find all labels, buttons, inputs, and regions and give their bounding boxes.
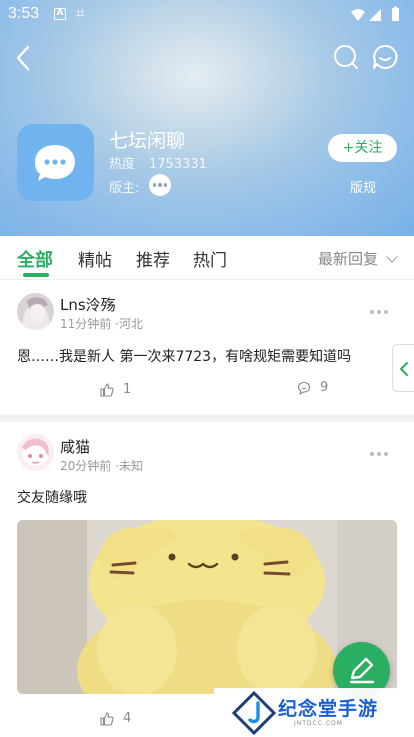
moderator-more-icon[interactable] (149, 174, 171, 196)
chat-bubble-icon (35, 145, 75, 181)
heat-label: 热度 (109, 157, 136, 172)
like-count: 4 (123, 711, 132, 726)
sort-label: 最新回复 (317, 250, 378, 268)
like-count: 1 (123, 382, 132, 397)
side-panel-toggle[interactable] (392, 344, 414, 392)
post-more-icon[interactable] (370, 452, 388, 456)
post-content[interactable]: 交友随缘哦 (17, 487, 87, 507)
post-divider (0, 414, 414, 422)
back-arrow-icon[interactable] (12, 44, 36, 72)
board-icon (17, 124, 94, 201)
post-card[interactable]: Lns泠殇 11分钟前 ·河北 恩……我是新人 第一次来7723，有啥规矩需要知… (0, 281, 414, 414)
search-icon[interactable] (333, 44, 359, 70)
status-bar: 3:53 A ⌗ (0, 0, 414, 30)
board-header-banner: 3:53 A ⌗ 七坛闲聊 热度 1753331 版主: +关注 版规 (0, 0, 414, 236)
post-username[interactable]: 咸猫 (60, 436, 90, 457)
tab-featured[interactable]: 精帖 (78, 246, 112, 271)
follow-button[interactable]: +关注 (328, 134, 397, 162)
comment-icon (297, 381, 311, 395)
tab-recommended[interactable]: 推荐 (136, 246, 170, 271)
like-button[interactable]: 4 (100, 711, 131, 726)
board-rules-link[interactable]: 版规 (350, 177, 376, 196)
chevron-left-icon (400, 362, 408, 376)
watermark-subtext: JNTDCC.COM (294, 720, 343, 727)
thumbs-up-icon (100, 711, 114, 726)
site-watermark: 纪念堂手游 JNTDCC.COM (214, 688, 414, 737)
tab-all[interactable]: 全部 (17, 246, 53, 272)
watermark-text: 纪念堂手游 (278, 698, 379, 720)
status-indicators (350, 6, 404, 28)
tab-hot[interactable]: 热门 (193, 246, 227, 271)
post-username[interactable]: Lns泠殇 (60, 294, 116, 315)
active-tab-indicator (23, 273, 49, 277)
sort-dropdown[interactable]: 最新回复 (317, 248, 398, 269)
post-filter-tabs: 全部 精帖 推荐 热门 最新回复 (0, 236, 414, 280)
post-meta: 11分钟前 ·河北 (60, 317, 143, 331)
notification-a-icon: A (54, 8, 66, 20)
post-meta: 20分钟前 ·未知 (60, 459, 143, 473)
thumbs-up-icon (100, 382, 114, 397)
board-heat: 热度 1753331 (109, 153, 207, 172)
post-more-icon[interactable] (370, 310, 388, 314)
like-button[interactable]: 1 (100, 382, 131, 397)
board-title: 七坛闲聊 (109, 130, 186, 152)
user-avatar-image (17, 293, 54, 330)
avatar[interactable] (17, 434, 54, 471)
user-avatar-image (17, 434, 54, 471)
avatar[interactable] (17, 293, 54, 330)
wifi-signal-battery-icon (351, 6, 399, 21)
message-bubble-icon[interactable] (372, 44, 398, 70)
watermark-logo-icon (232, 691, 276, 735)
status-time: 3:53 (8, 5, 40, 22)
comment-count: 9 (320, 380, 329, 395)
heat-value: 1753331 (149, 157, 207, 172)
post-content[interactable]: 恩……我是新人 第一次来7723，有啥规矩需要知道吗 (17, 346, 351, 366)
moderator-label: 版主: (109, 181, 140, 196)
comment-button[interactable]: 9 (297, 380, 328, 395)
notification-app-icon: ⌗ (76, 4, 85, 22)
chevron-down-icon (386, 251, 398, 263)
